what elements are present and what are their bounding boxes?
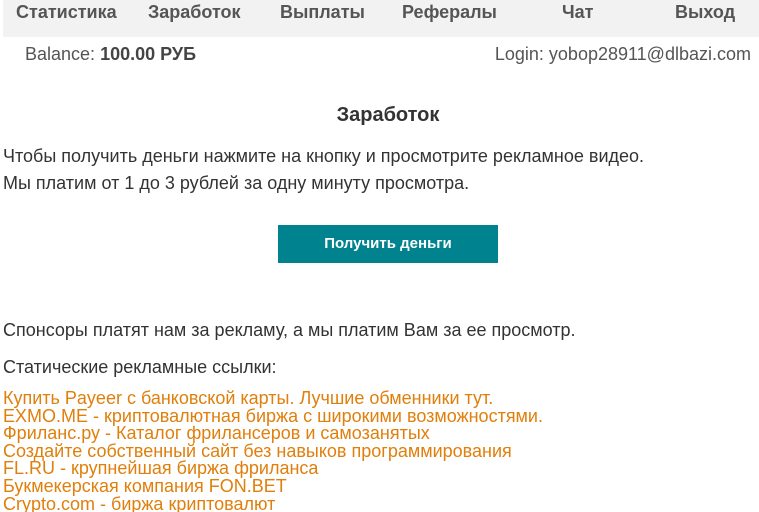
sponsors-text: Спонсоры платят нам за рекламу, а мы пла… <box>3 320 576 340</box>
ad-links-list: Купить Payeer с банковской карты. Лучшие… <box>3 389 753 512</box>
account-info-row: Balance: 100.00 РУБ Login: yobop28911@dl… <box>0 42 759 68</box>
static-links-heading: Статические рекламные ссылки: <box>3 357 277 377</box>
nav-item-payouts[interactable]: Выплаты <box>280 0 365 29</box>
nav-item-referrals[interactable]: Рефералы <box>402 0 497 29</box>
nav-item-statistics[interactable]: Статистика <box>16 0 117 29</box>
top-navigation: Статистика Заработок Выплаты Рефералы Ча… <box>3 0 759 37</box>
get-money-button[interactable]: Получить деньги <box>278 225 498 263</box>
login-display: Login: yobop28911@dlbazi.com <box>494 44 751 64</box>
ad-link-payeer[interactable]: Купить Payeer с банковской карты. Лучшие… <box>3 389 753 408</box>
balance-display: Balance: 100.00 РУБ <box>25 42 196 66</box>
ad-link-crypto-com[interactable]: Crypto.com - биржа криптовалют <box>3 495 753 512</box>
nav-item-chat[interactable]: Чат <box>562 0 593 29</box>
balance-value: 100.00 РУБ <box>100 44 197 64</box>
page-title: Заработок <box>336 104 440 126</box>
intro-text-line-2: Мы платим от 1 до 3 рублей за одну минут… <box>3 173 470 193</box>
ad-link-fonbet[interactable]: Букмекерская компания FON.BET <box>3 477 753 496</box>
page: Статистика Заработок Выплаты Рефералы Ча… <box>0 0 759 512</box>
nav-item-earnings[interactable]: Заработок <box>148 0 241 29</box>
nav-item-logout[interactable]: Выход <box>675 0 735 29</box>
intro-text-line-1: Чтобы получить деньги нажмите на кнопку … <box>3 146 645 166</box>
balance-label: Balance: <box>25 44 96 64</box>
